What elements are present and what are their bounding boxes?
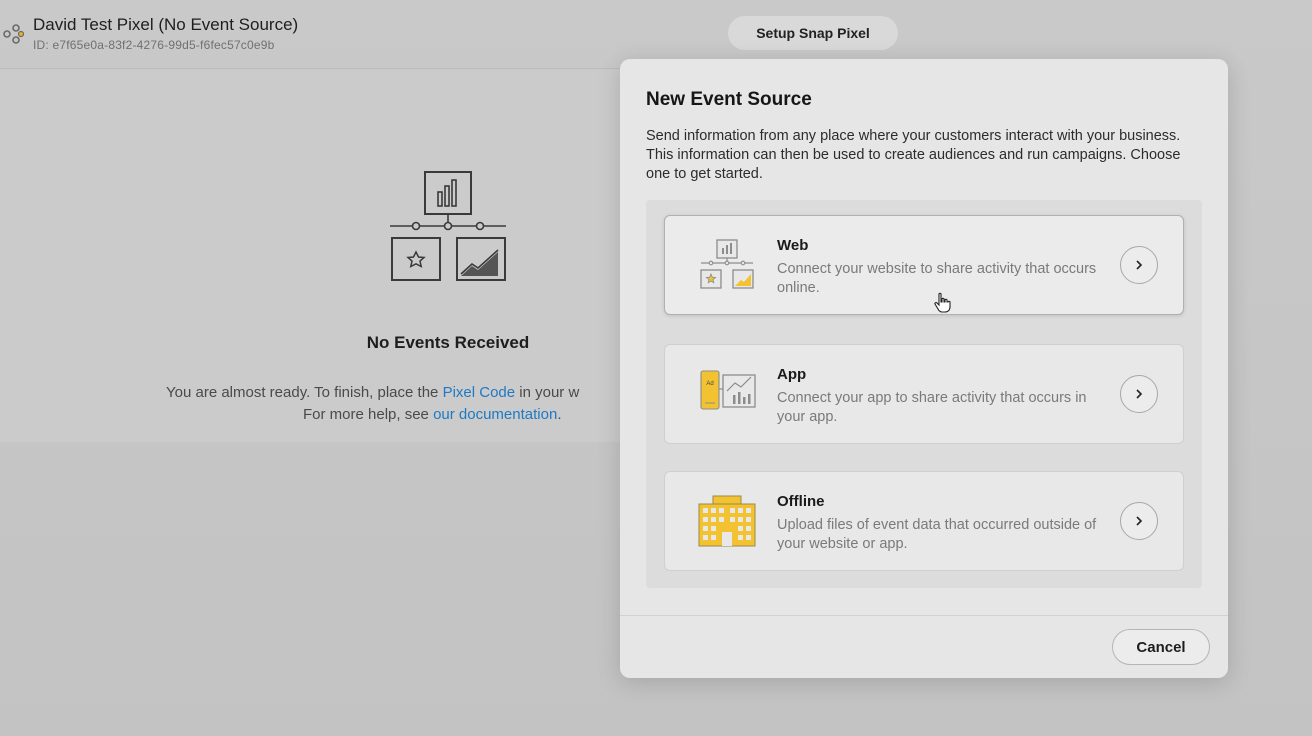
pixel-id: ID: e7f65e0a-83f2-4276-99d5-f6fec57c0e9b bbox=[33, 38, 275, 52]
pixel-nodes-icon bbox=[3, 24, 24, 44]
chevron-right-icon bbox=[1136, 389, 1143, 399]
svg-text:Ad: Ad bbox=[706, 381, 713, 387]
pixel-hierarchy-illustration bbox=[390, 171, 506, 281]
option-offline-arrow-button[interactable] bbox=[1120, 502, 1158, 540]
modal-title: New Event Source bbox=[646, 89, 812, 110]
building-icon bbox=[698, 495, 756, 547]
option-offline-title: Offline bbox=[777, 493, 825, 510]
app-ad-icon: Ad bbox=[700, 370, 756, 410]
pixel-name: David Test Pixel (No Event Source) bbox=[33, 15, 299, 34]
no-events-title: No Events Received bbox=[366, 333, 530, 352]
modal-description: Send information from any place where yo… bbox=[646, 128, 1181, 182]
more-help-suffix: . bbox=[557, 406, 562, 423]
option-app-arrow-button[interactable] bbox=[1120, 375, 1158, 413]
more-help-prefix: For more help, see bbox=[303, 406, 434, 423]
modal-footer-divider bbox=[620, 615, 1228, 616]
cancel-button[interactable]: Cancel bbox=[1112, 629, 1210, 665]
help-text-prefix: You are almost ready. To finish, place t… bbox=[166, 384, 443, 401]
event-source-options: Web Connect your website to share activi… bbox=[646, 200, 1202, 588]
hand-cursor-icon bbox=[934, 292, 951, 313]
pixel-code-link[interactable]: Pixel Code bbox=[443, 384, 516, 401]
option-offline-description: Upload files of event data that occurred… bbox=[777, 517, 1097, 552]
help-text-suffix: in your w bbox=[515, 384, 580, 401]
option-offline[interactable]: Offline Upload files of event data that … bbox=[664, 471, 1184, 571]
help-text-line: You are almost ready. To finish, place t… bbox=[166, 384, 579, 401]
new-event-source-modal: New Event Source Send information from a… bbox=[620, 59, 1228, 678]
setup-snap-pixel-button[interactable]: Setup Snap Pixel bbox=[728, 16, 898, 50]
header-divider bbox=[0, 68, 660, 69]
chevron-right-icon bbox=[1136, 260, 1143, 270]
chevron-right-icon bbox=[1136, 516, 1143, 526]
more-help-line: For more help, see our documentation. bbox=[303, 406, 561, 423]
option-web[interactable]: Web Connect your website to share activi… bbox=[664, 215, 1184, 315]
option-app-title: App bbox=[777, 366, 807, 383]
option-web-title: Web bbox=[777, 237, 809, 254]
web-pixel-icon bbox=[700, 239, 754, 289]
option-web-arrow-button[interactable] bbox=[1120, 246, 1158, 284]
documentation-link[interactable]: our documentation bbox=[433, 406, 557, 423]
option-app[interactable]: Ad App Connect your app to share activit… bbox=[664, 344, 1184, 444]
pixel-header: David Test Pixel (No Event Source) ID: e… bbox=[0, 0, 700, 68]
option-app-description: Connect your app to share activity that … bbox=[777, 390, 1087, 425]
